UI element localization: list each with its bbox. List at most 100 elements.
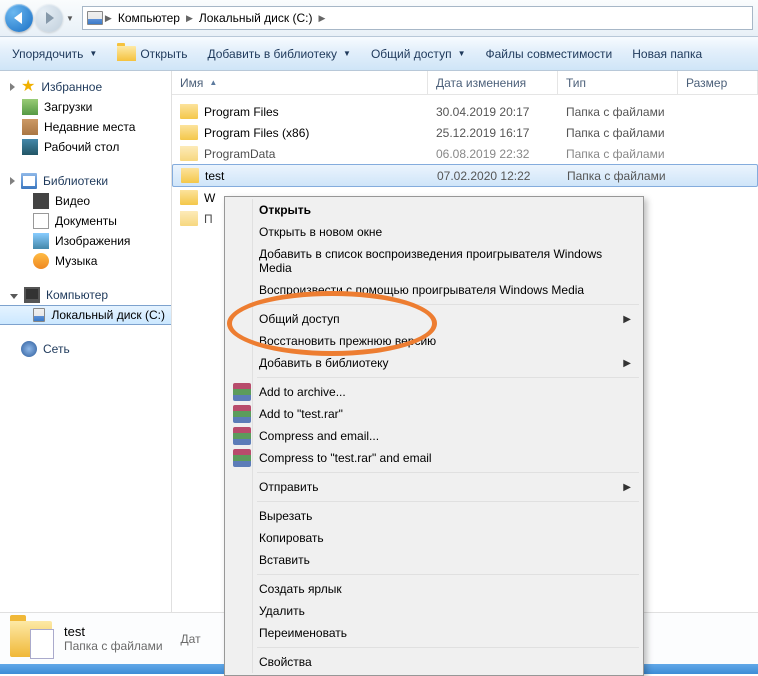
sidebar-libraries[interactable]: Библиотеки <box>0 171 171 191</box>
sidebar-downloads[interactable]: Загрузки <box>0 97 171 117</box>
video-icon <box>33 193 49 209</box>
library-icon <box>21 173 37 189</box>
winrar-icon <box>233 405 251 423</box>
folder-icon <box>180 125 198 140</box>
menu-separator <box>257 501 639 502</box>
menu-separator <box>257 574 639 575</box>
folder-icon <box>181 168 199 183</box>
address-bar[interactable]: ▶ Компьютер ▶ Локальный диск (C:) ▶ <box>82 6 753 30</box>
computer-icon <box>24 287 40 303</box>
file-row[interactable]: Program Files (x86) 25.12.2019 16:17 Пап… <box>172 122 758 143</box>
context-menu: Открыть Открыть в новом окне Добавить в … <box>224 196 644 676</box>
compat-files-button[interactable]: Файлы совместимости <box>481 44 616 64</box>
menu-delete[interactable]: Удалить <box>227 600 641 622</box>
menu-paste[interactable]: Вставить <box>227 549 641 571</box>
chevron-down-icon: ▼ <box>89 49 97 58</box>
folder-icon <box>180 211 198 226</box>
pictures-icon <box>33 233 49 249</box>
chevron-down-icon: ▼ <box>343 49 351 58</box>
breadcrumb-item[interactable]: Компьютер <box>114 11 184 25</box>
desktop-icon <box>22 139 38 155</box>
details-name: test <box>64 624 163 639</box>
folder-icon <box>180 190 198 205</box>
sidebar-pictures[interactable]: Изображения <box>0 231 171 251</box>
winrar-icon <box>233 427 251 445</box>
menu-cut[interactable]: Вырезать <box>227 505 641 527</box>
menu-rename[interactable]: Переименовать <box>227 622 641 644</box>
menu-add-to-archive[interactable]: Add to archive... <box>227 381 641 403</box>
column-name[interactable]: Имя▲ <box>172 71 428 94</box>
breadcrumb-item[interactable]: Локальный диск (C:) <box>195 11 317 25</box>
file-row[interactable]: ProgramData 06.08.2019 22:32 Папка с фай… <box>172 143 758 164</box>
breadcrumb-separator-icon[interactable]: ▶ <box>318 13 325 24</box>
breadcrumb-separator-icon[interactable]: ▶ <box>105 13 112 24</box>
sort-asc-icon: ▲ <box>209 78 217 87</box>
menu-separator <box>257 647 639 648</box>
network-icon <box>21 341 37 357</box>
sidebar-computer[interactable]: Компьютер <box>0 285 171 305</box>
menu-copy[interactable]: Копировать <box>227 527 641 549</box>
menu-share[interactable]: Общий доступ▶ <box>227 308 641 330</box>
expand-icon <box>10 83 15 91</box>
sidebar-music[interactable]: Музыка <box>0 251 171 271</box>
folder-icon <box>117 46 136 61</box>
expand-icon <box>10 177 15 185</box>
documents-icon <box>33 213 49 229</box>
new-folder-button[interactable]: Новая папка <box>628 44 706 64</box>
sidebar-video[interactable]: Видео <box>0 191 171 211</box>
menu-separator <box>257 472 639 473</box>
menu-add-to-playlist[interactable]: Добавить в список воспроизведения проигр… <box>227 243 641 279</box>
file-row[interactable]: test 07.02.2020 12:22 Папка с файлами <box>172 164 758 187</box>
menu-compress-email[interactable]: Compress and email... <box>227 425 641 447</box>
folder-icon <box>180 146 198 161</box>
navigation-bar: ▼ ▶ Компьютер ▶ Локальный диск (C:) ▶ <box>0 0 758 37</box>
submenu-arrow-icon: ▶ <box>623 314 631 325</box>
menu-separator <box>257 304 639 305</box>
breadcrumb-separator-icon[interactable]: ▶ <box>186 13 193 24</box>
breadcrumb-label: Локальный диск (C:) <box>199 11 313 25</box>
menu-compress-test-email[interactable]: Compress to "test.rar" and email <box>227 447 641 469</box>
sidebar-favorites[interactable]: ★Избранное <box>0 77 171 97</box>
chevron-down-icon: ▼ <box>458 49 466 58</box>
sidebar-documents[interactable]: Документы <box>0 211 171 231</box>
folder-icon <box>180 104 198 119</box>
menu-restore-previous[interactable]: Восстановить прежнюю версию <box>227 330 641 352</box>
share-button[interactable]: Общий доступ▼ <box>367 44 470 64</box>
menu-play-with-wmp[interactable]: Воспроизвести с помощью проигрывателя Wi… <box>227 279 641 301</box>
menu-open-new-window[interactable]: Открыть в новом окне <box>227 221 641 243</box>
column-headers: Имя▲ Дата изменения Тип Размер <box>172 71 758 95</box>
column-type[interactable]: Тип <box>558 71 678 94</box>
star-icon: ★ <box>21 79 35 95</box>
open-button[interactable]: Открыть <box>113 43 191 64</box>
toolbar: Упорядочить▼ Открыть Добавить в библиоте… <box>0 37 758 71</box>
back-button[interactable] <box>5 4 33 32</box>
sidebar-network[interactable]: Сеть <box>0 339 171 359</box>
submenu-arrow-icon: ▶ <box>623 482 631 493</box>
sidebar: ★Избранное Загрузки Недавние места Рабоч… <box>0 71 172 636</box>
file-row[interactable]: Program Files 30.04.2019 20:17 Папка с ф… <box>172 101 758 122</box>
collapse-icon <box>10 294 18 299</box>
submenu-arrow-icon: ▶ <box>623 358 631 369</box>
menu-add-to-test-rar[interactable]: Add to "test.rar" <box>227 403 641 425</box>
menu-send-to[interactable]: Отправить▶ <box>227 476 641 498</box>
menu-properties[interactable]: Свойства <box>227 651 641 673</box>
column-size[interactable]: Размер <box>678 71 758 94</box>
sidebar-local-disk[interactable]: Локальный диск (C:) <box>0 305 171 325</box>
drive-icon <box>87 11 103 25</box>
add-to-library-button[interactable]: Добавить в библиотеку▼ <box>203 44 354 64</box>
menu-create-shortcut[interactable]: Создать ярлык <box>227 578 641 600</box>
menu-add-to-library[interactable]: Добавить в библиотеку▶ <box>227 352 641 374</box>
column-date[interactable]: Дата изменения <box>428 71 558 94</box>
downloads-icon <box>22 99 38 115</box>
recent-icon <box>22 119 38 135</box>
sidebar-recent[interactable]: Недавние места <box>0 117 171 137</box>
forward-button[interactable] <box>35 4 63 32</box>
organize-button[interactable]: Упорядочить▼ <box>8 44 101 64</box>
menu-open[interactable]: Открыть <box>227 199 641 221</box>
details-date-label: Дат <box>181 632 201 646</box>
winrar-icon <box>233 383 251 401</box>
sidebar-desktop[interactable]: Рабочий стол <box>0 137 171 157</box>
folder-large-icon <box>10 621 52 657</box>
history-dropdown-icon[interactable]: ▼ <box>66 14 74 23</box>
winrar-icon <box>233 449 251 467</box>
